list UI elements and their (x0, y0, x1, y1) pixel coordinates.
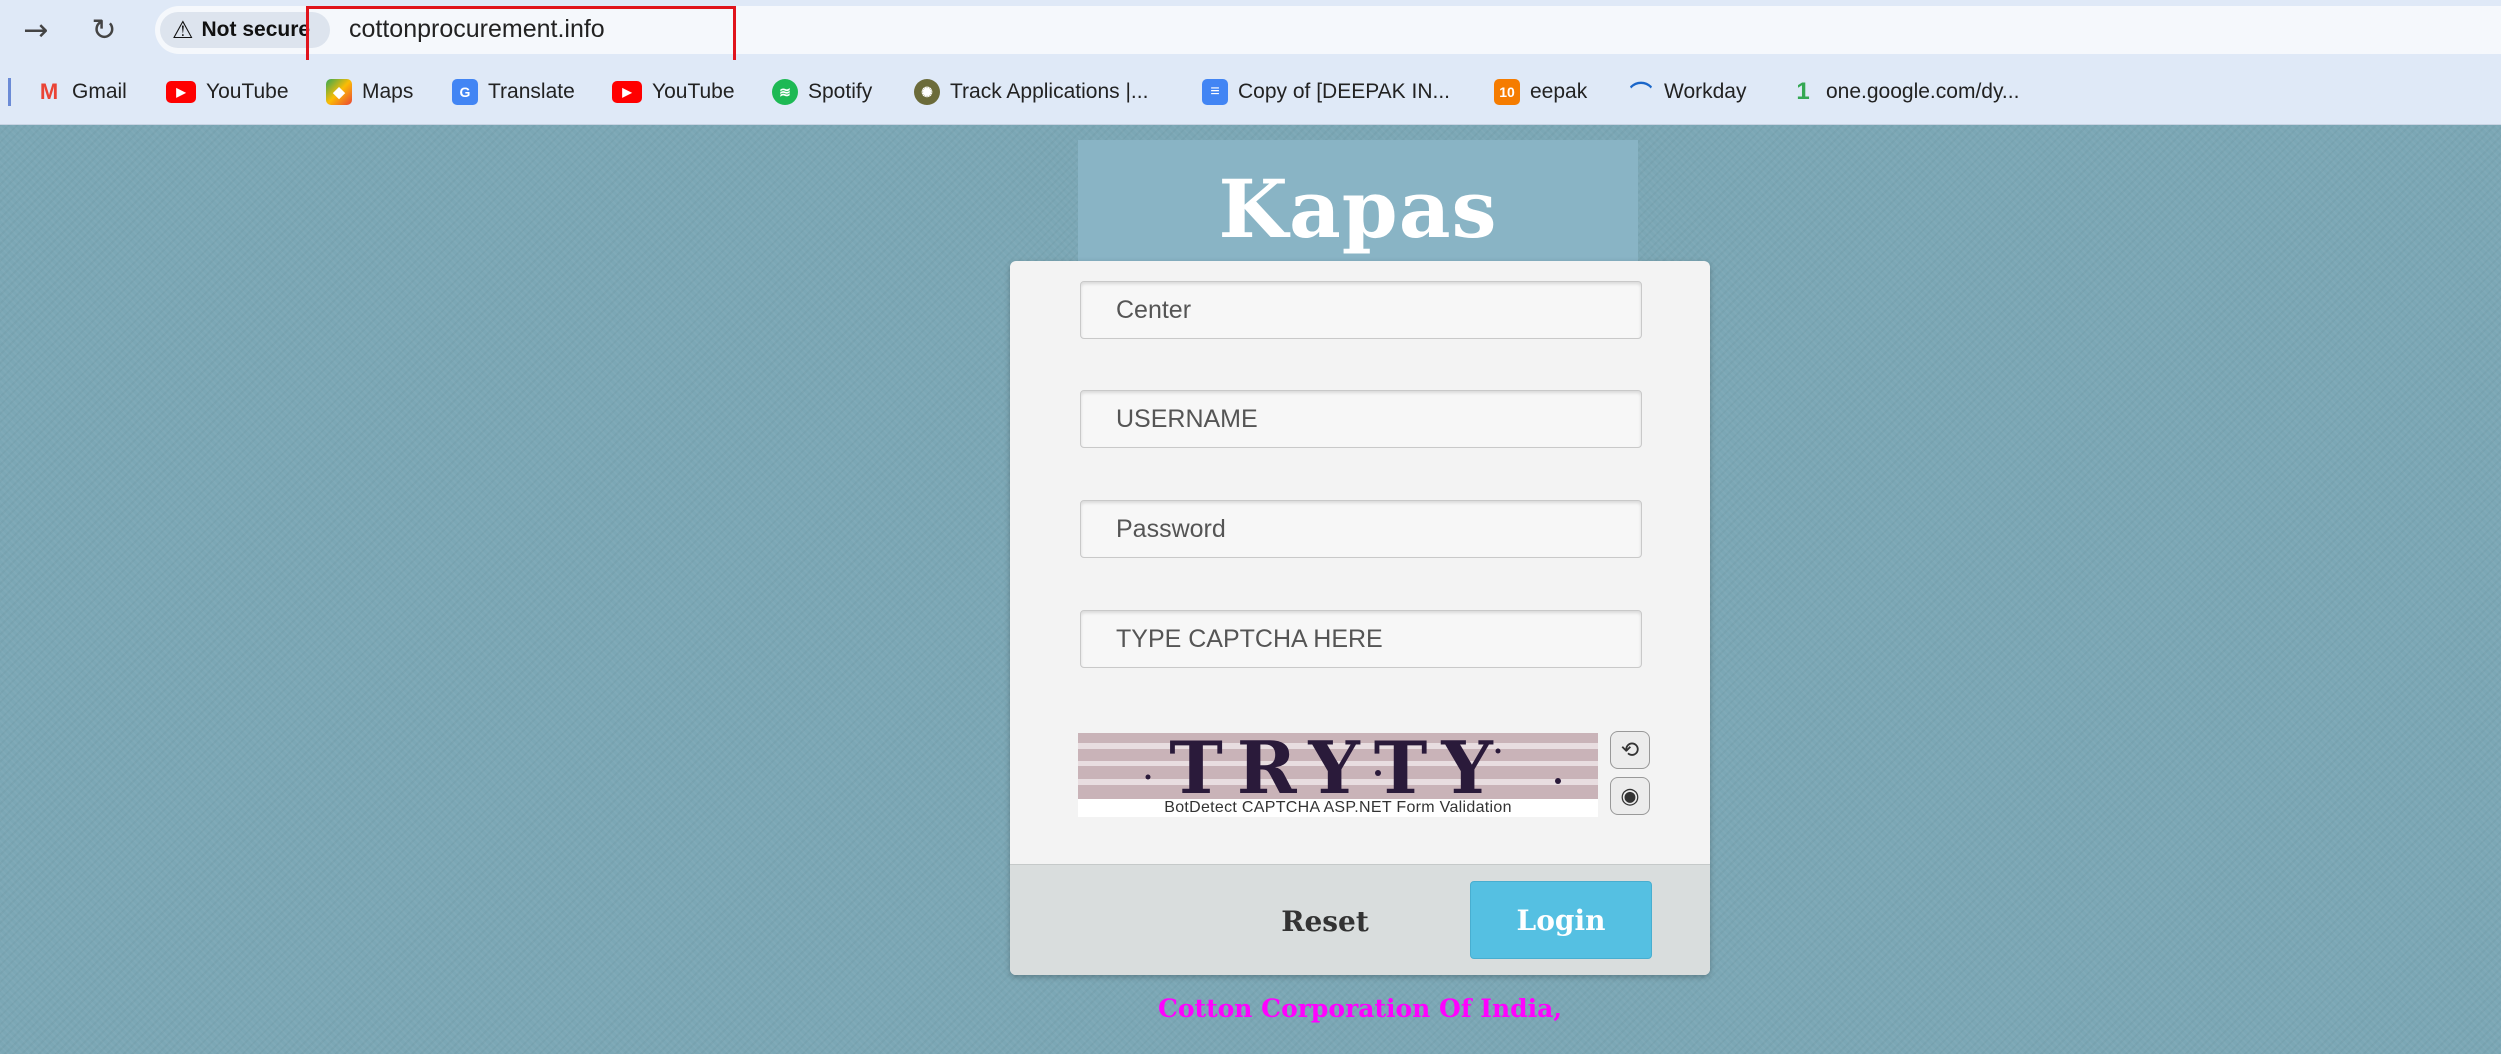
bookmark-label: YouTube (652, 80, 735, 103)
bookmark-translate[interactable]: G Translate (452, 76, 575, 108)
bookmark-label: Gmail (72, 80, 127, 103)
bookmarks-divider (8, 78, 11, 106)
bookmark-label: Track Applications |... (950, 80, 1149, 103)
bookmark-label: Copy of [DEEPAK IN... (1238, 80, 1451, 103)
bookmark-label: Translate (488, 80, 575, 103)
organization-name: Cotton Corporation Of India, (1157, 994, 1563, 1023)
bookmark-label: Spotify (808, 80, 873, 103)
google-one-icon: 1 (1796, 78, 1810, 105)
login-card-footer: Reset Login (1010, 864, 1710, 975)
translate-icon: G (452, 79, 478, 105)
bookmark-docs-copy[interactable]: ≡ Copy of [DEEPAK IN... (1202, 76, 1450, 108)
browser-toolbar: → ↻ ⚠ Not secure cottonprocurement.info (0, 0, 2501, 64)
reset-button[interactable]: Reset (1250, 891, 1400, 951)
bookmark-spotify[interactable]: ≋ Spotify (772, 76, 872, 108)
captcha-image: TRYTY BotDetect CAPTCHA ASP.NET Form Val… (1078, 733, 1598, 817)
reload-icon[interactable]: ↻ (86, 12, 122, 48)
bookmark-eepak[interactable]: 10 eepak (1494, 76, 1587, 108)
number-badge-icon: 10 (1494, 79, 1520, 105)
url-highlight-box (306, 6, 736, 64)
forward-icon[interactable]: → (18, 12, 54, 48)
bookmark-label: YouTube (206, 80, 289, 103)
bookmark-youtube-2[interactable]: ▶ YouTube (612, 76, 735, 108)
password-input[interactable] (1080, 500, 1642, 558)
spotify-icon: ≋ (772, 79, 798, 105)
refresh-captcha-icon[interactable]: ⟲ (1610, 731, 1650, 769)
bookmark-workday[interactable]: ⌒ Workday (1628, 76, 1747, 108)
username-input[interactable] (1080, 390, 1642, 448)
gmail-icon: M (39, 79, 59, 104)
captcha-input[interactable] (1080, 610, 1642, 668)
center-input[interactable] (1080, 281, 1642, 339)
bookmark-google-one[interactable]: 1 one.google.com/dy... (1790, 76, 2019, 108)
warning-icon: ⚠ (172, 16, 194, 44)
bookmark-label: Workday (1664, 80, 1747, 103)
bookmark-label: one.google.com/dy... (1826, 80, 2020, 103)
captcha-graphic: TRYTY (1078, 733, 1598, 799)
workday-icon: ⌒ (1629, 81, 1652, 106)
bookmark-label: eepak (1530, 80, 1588, 103)
audio-captcha-icon[interactable]: ◉ (1610, 777, 1650, 815)
maps-icon: ◆ (326, 79, 352, 105)
captcha-text: TRYTY (1169, 733, 1507, 799)
youtube-icon: ▶ (166, 81, 196, 103)
login-button[interactable]: Login (1470, 881, 1652, 959)
emblem-icon: ✺ (914, 79, 940, 105)
bookmark-gmail[interactable]: M Gmail (36, 76, 127, 108)
bookmark-youtube[interactable]: ▶ YouTube (166, 76, 289, 108)
bookmark-label: Maps (362, 80, 414, 103)
bookmarks-bar: M Gmail ▶ YouTube ◆ Maps G Translate ▶ Y… (0, 60, 2501, 125)
login-card: TRYTY BotDetect CAPTCHA ASP.NET Form Val… (1010, 261, 1710, 975)
bookmark-track-applications[interactable]: ✺ Track Applications |... (914, 76, 1148, 108)
security-chip[interactable]: ⚠ Not secure (160, 12, 330, 48)
captcha-caption: BotDetect CAPTCHA ASP.NET Form Validatio… (1164, 799, 1512, 816)
security-label: Not secure (201, 18, 311, 41)
bookmark-maps[interactable]: ◆ Maps (326, 76, 413, 108)
youtube-icon: ▶ (612, 81, 642, 103)
docs-icon: ≡ (1202, 79, 1228, 105)
